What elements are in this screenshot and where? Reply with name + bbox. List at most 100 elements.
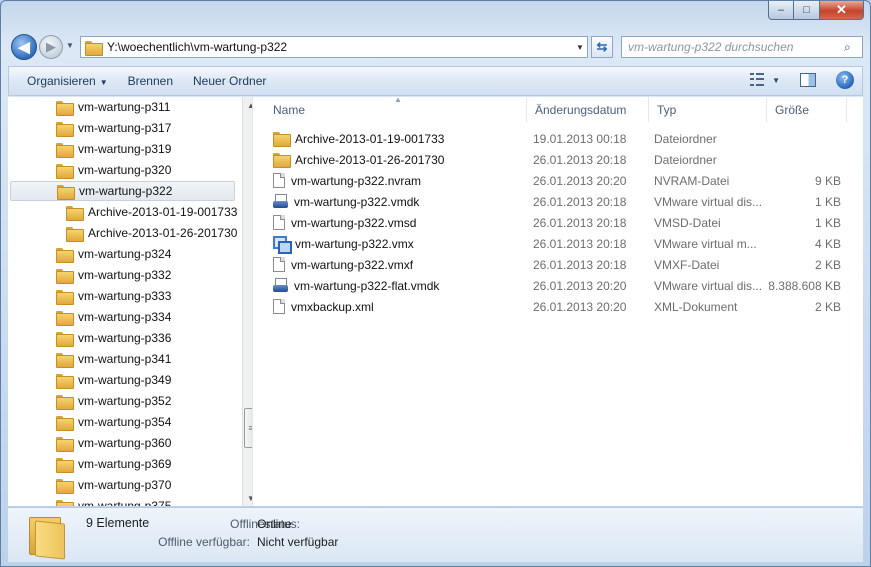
tree-item[interactable]: vm-wartung-p369 (8, 454, 238, 474)
file-size: 2 KB (814, 257, 841, 272)
tree-item[interactable]: vm-wartung-p332 (8, 265, 238, 285)
tree-item[interactable]: vm-wartung-p311 (8, 97, 238, 117)
file-name: Archive-2013-01-26-201730 (295, 152, 445, 167)
tree-item[interactable]: vm-wartung-p334 (8, 307, 238, 327)
file-name-cell: vm-wartung-p322.vmxf (273, 254, 525, 275)
organize-button[interactable]: Organisieren ▼ (17, 74, 118, 88)
tree-item[interactable]: vm-wartung-p322 (10, 181, 235, 201)
scroll-thumb[interactable]: ≡ (244, 408, 252, 448)
file-row[interactable]: vm-wartung-p322.vmsd 26.01.2013 20:18 VMSD… (253, 212, 863, 233)
tree-item-label: vm-wartung-p334 (78, 310, 172, 324)
view-dropdown-icon[interactable]: ▼ (772, 76, 780, 85)
tree-item-label: vm-wartung-p324 (78, 247, 172, 261)
new-folder-button[interactable]: Neuer Ordner (183, 74, 276, 88)
command-bar: Organisieren ▼ Brennen Neuer Ordner ▼ ? (8, 66, 863, 96)
help-icon[interactable]: ? (836, 71, 854, 89)
back-button[interactable]: ◀ (11, 34, 37, 60)
burn-button[interactable]: Brennen (118, 74, 183, 88)
file-row[interactable]: vmxbackup.xml 26.01.2013 20:20 XML-Dokumen… (253, 296, 863, 317)
address-bar[interactable]: Y:\woechentlich\vm-wartung-p322 ▼ (80, 36, 588, 58)
file-date: 26.01.2013 20:18 (533, 236, 627, 251)
history-dropdown-icon[interactable]: ▼ (66, 41, 76, 51)
folder-icon (273, 132, 291, 147)
refresh-button[interactable]: ⇆ (591, 36, 613, 58)
folder-icon (56, 268, 74, 284)
folder-icon (56, 100, 74, 116)
file-row[interactable]: vm-wartung-p322-flat.vmdk 26.01.2013 20:2… (253, 275, 863, 296)
search-box[interactable]: vm-wartung-p322 durchsuchen ⌕ (621, 36, 863, 58)
search-input[interactable]: vm-wartung-p322 durchsuchen (628, 40, 844, 54)
search-icon[interactable]: ⌕ (844, 40, 862, 55)
tree-item-label: vm-wartung-p375 (78, 499, 172, 506)
tree-scrollbar[interactable]: ▲ ≡ ▼ (242, 97, 252, 506)
tree-item[interactable]: Archive-2013-01-19-001733 (8, 202, 238, 222)
folder-icon (56, 121, 74, 137)
tree-item[interactable]: vm-wartung-p320 (8, 160, 238, 180)
tree-item[interactable]: vm-wartung-p352 (8, 391, 238, 411)
file-icon (273, 257, 285, 272)
column-size-label: Größe (775, 102, 810, 117)
column-header-type[interactable]: Typ (649, 97, 767, 122)
tree-item-label: vm-wartung-p336 (78, 331, 172, 345)
tree-item[interactable]: vm-wartung-p370 (8, 475, 238, 495)
navigation-bar: ◀ ▶ ▼ Y:\woechentlich\vm-wartung-p322 ▼ … (1, 31, 870, 63)
tree-item[interactable]: vm-wartung-p360 (8, 433, 238, 453)
file-name: vm-wartung-p322.vmdk (294, 194, 420, 209)
tree-item-label: vm-wartung-p322 (79, 184, 173, 198)
file-size (769, 128, 841, 149)
file-icon (273, 173, 285, 188)
tree-item-label: vm-wartung-p360 (78, 436, 172, 450)
tree-item-label: Archive-2013-01-19-001733 (88, 205, 238, 219)
forward-arrow-icon: ▶ (46, 39, 56, 54)
tree-item[interactable]: vm-wartung-p324 (8, 244, 238, 264)
folder-icon (56, 247, 74, 263)
file-row[interactable]: vm-wartung-p322.vmdk 26.01.2013 20:18 VMwa… (253, 191, 863, 212)
tree-item[interactable]: vm-wartung-p349 (8, 370, 238, 390)
file-row[interactable]: vm-wartung-p322.nvram 26.01.2013 20:20 NVR… (253, 170, 863, 191)
folder-icon (56, 142, 74, 158)
file-name-cell: vm-wartung-p322.vmsd (273, 212, 525, 233)
file-size: 1 KB (814, 194, 841, 209)
tree-item[interactable]: vm-wartung-p375 (8, 496, 238, 506)
file-type: VMware virtual m... (654, 236, 757, 251)
close-button[interactable]: ✕ (820, 1, 864, 20)
tree-item-label: vm-wartung-p317 (78, 121, 172, 135)
refresh-icon: ⇆ (596, 39, 608, 54)
file-row[interactable]: vm-wartung-p322.vmxf 26.01.2013 20:18 VMXF… (253, 254, 863, 275)
maximize-button[interactable]: □ (794, 1, 820, 20)
change-view-icon[interactable] (750, 73, 766, 87)
vmx-icon (273, 236, 292, 254)
file-date: 26.01.2013 20:20 (533, 278, 627, 293)
scroll-up-icon[interactable]: ▲ (243, 97, 252, 113)
file-name-cell: vm-wartung-p322.vmdk (273, 191, 525, 212)
tree-item-label: vm-wartung-p352 (78, 394, 172, 408)
file-date: 26.01.2013 20:18 (533, 215, 627, 230)
file-row[interactable]: Archive-2013-01-26-201730 26.01.2013 20:1… (253, 149, 863, 170)
tree-item[interactable]: vm-wartung-p333 (8, 286, 238, 306)
file-type: XML-Dokument (654, 299, 738, 314)
folder-icon (57, 184, 75, 200)
tree-item[interactable]: vm-wartung-p341 (8, 349, 238, 369)
minimize-button[interactable]: – (768, 1, 794, 20)
tree-item[interactable]: vm-wartung-p317 (8, 118, 238, 138)
column-header-date[interactable]: Änderungsdatum (527, 97, 649, 122)
scroll-down-icon[interactable]: ▼ (243, 490, 252, 506)
large-folder-icon (29, 514, 67, 560)
details-pane: 9 Elemente Offlinestatus: Online Offline… (8, 507, 863, 562)
file-name: vm-wartung-p322.vmsd (291, 215, 417, 230)
address-dropdown-icon[interactable]: ▼ (573, 43, 587, 52)
file-date: 19.01.2013 00:18 (533, 131, 627, 146)
file-size: 8.388.608 KB (769, 278, 841, 293)
file-row[interactable]: Archive-2013-01-19-001733 19.01.2013 00:1… (253, 128, 863, 149)
column-header-size[interactable]: Größe (767, 97, 847, 122)
tree-item[interactable]: vm-wartung-p336 (8, 328, 238, 348)
tree-item[interactable]: Archive-2013-01-26-201730 (8, 223, 238, 243)
file-row[interactable]: vm-wartung-p322.vmx 26.01.2013 20:18 VMwar… (253, 233, 863, 254)
forward-button[interactable]: ▶ (39, 35, 63, 59)
address-path[interactable]: Y:\woechentlich\vm-wartung-p322 (107, 40, 573, 54)
tree-item[interactable]: vm-wartung-p354 (8, 412, 238, 432)
folder-icon (56, 478, 74, 494)
preview-pane-icon[interactable] (800, 73, 816, 87)
folder-icon (56, 163, 74, 179)
tree-item[interactable]: vm-wartung-p319 (8, 139, 238, 159)
